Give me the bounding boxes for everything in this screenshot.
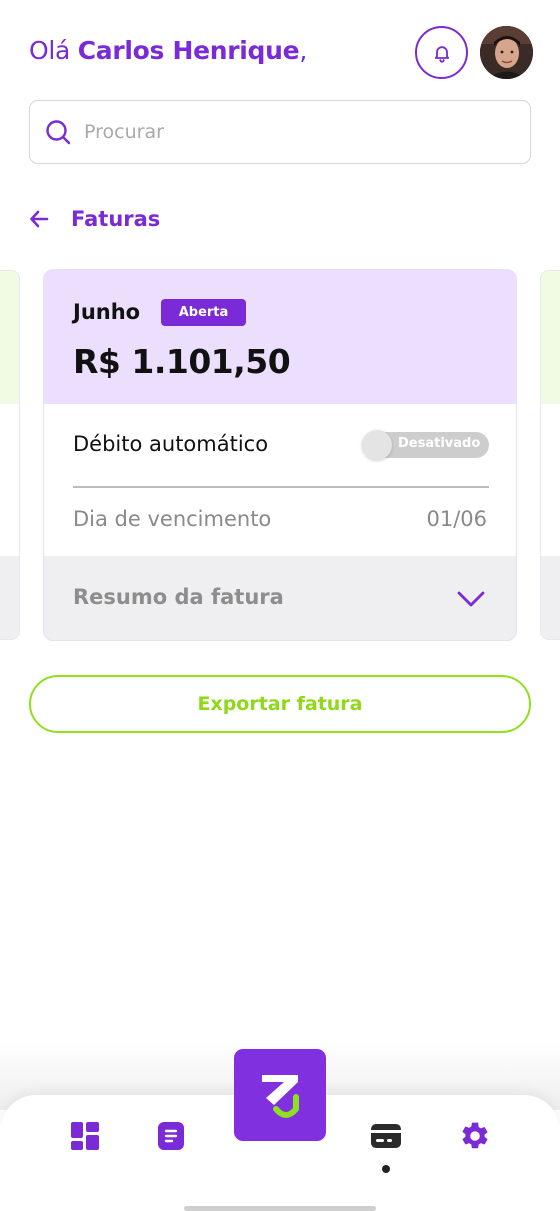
next-invoice-card[interactable] xyxy=(540,270,560,640)
app-logo-button[interactable] xyxy=(234,1049,326,1141)
nav-documents[interactable] xyxy=(154,1119,188,1153)
page-header: Faturas xyxy=(29,203,160,235)
search-bar[interactable] xyxy=(29,100,531,164)
toggle-state-label: Desativado xyxy=(398,436,481,451)
nav-dashboard[interactable] xyxy=(68,1119,102,1153)
nav-cards[interactable] xyxy=(369,1119,403,1153)
status-badge: Aberta xyxy=(161,299,246,326)
invoice-card: Junho Aberta R$ 1.101,50 Débito automáti… xyxy=(43,269,517,641)
greeting: Olá Carlos Henrique, xyxy=(29,36,307,65)
invoice-summary-toggle[interactable]: Resumo da fatura xyxy=(44,556,516,640)
autodebit-toggle[interactable]: Desativado xyxy=(362,430,489,460)
summary-label: Resumo da fatura xyxy=(73,585,284,609)
avatar-image xyxy=(480,26,533,79)
search-icon xyxy=(46,120,71,145)
notifications-button[interactable] xyxy=(415,26,468,79)
bell-icon xyxy=(434,45,449,63)
invoice-month: Junho xyxy=(73,300,141,324)
toggle-knob xyxy=(362,430,392,460)
document-icon xyxy=(158,1122,184,1150)
export-invoice-button[interactable]: Exportar fatura xyxy=(29,675,531,733)
previous-invoice-card[interactable] xyxy=(0,270,20,640)
invoice-card-header: Junho Aberta R$ 1.101,50 xyxy=(44,270,516,404)
due-date-value: 01/06 xyxy=(426,507,487,531)
due-date-row: Dia de vencimento 01/06 xyxy=(44,487,516,556)
credit-card-icon xyxy=(371,1124,401,1148)
greeting-suffix: , xyxy=(299,36,307,65)
chevron-down-icon xyxy=(457,591,485,607)
active-indicator xyxy=(382,1165,390,1173)
logo-icon xyxy=(262,1075,299,1118)
autodebit-row: Débito automático Desativado xyxy=(44,404,516,486)
header: Olá Carlos Henrique, xyxy=(0,0,560,100)
gear-icon xyxy=(462,1122,488,1149)
nav-settings[interactable] xyxy=(458,1119,492,1153)
arrow-left-icon[interactable] xyxy=(29,209,49,229)
dashboard-icon xyxy=(71,1122,99,1150)
autodebit-label: Débito automático xyxy=(73,432,269,456)
page-title: Faturas xyxy=(71,207,161,231)
due-date-label: Dia de vencimento xyxy=(73,507,272,531)
avatar[interactable] xyxy=(480,26,533,79)
search-input[interactable] xyxy=(84,121,484,143)
home-indicator xyxy=(184,1206,376,1211)
invoice-amount: R$ 1.101,50 xyxy=(73,342,291,381)
greeting-prefix: Olá xyxy=(29,36,71,65)
user-name: Carlos Henrique xyxy=(77,36,300,65)
